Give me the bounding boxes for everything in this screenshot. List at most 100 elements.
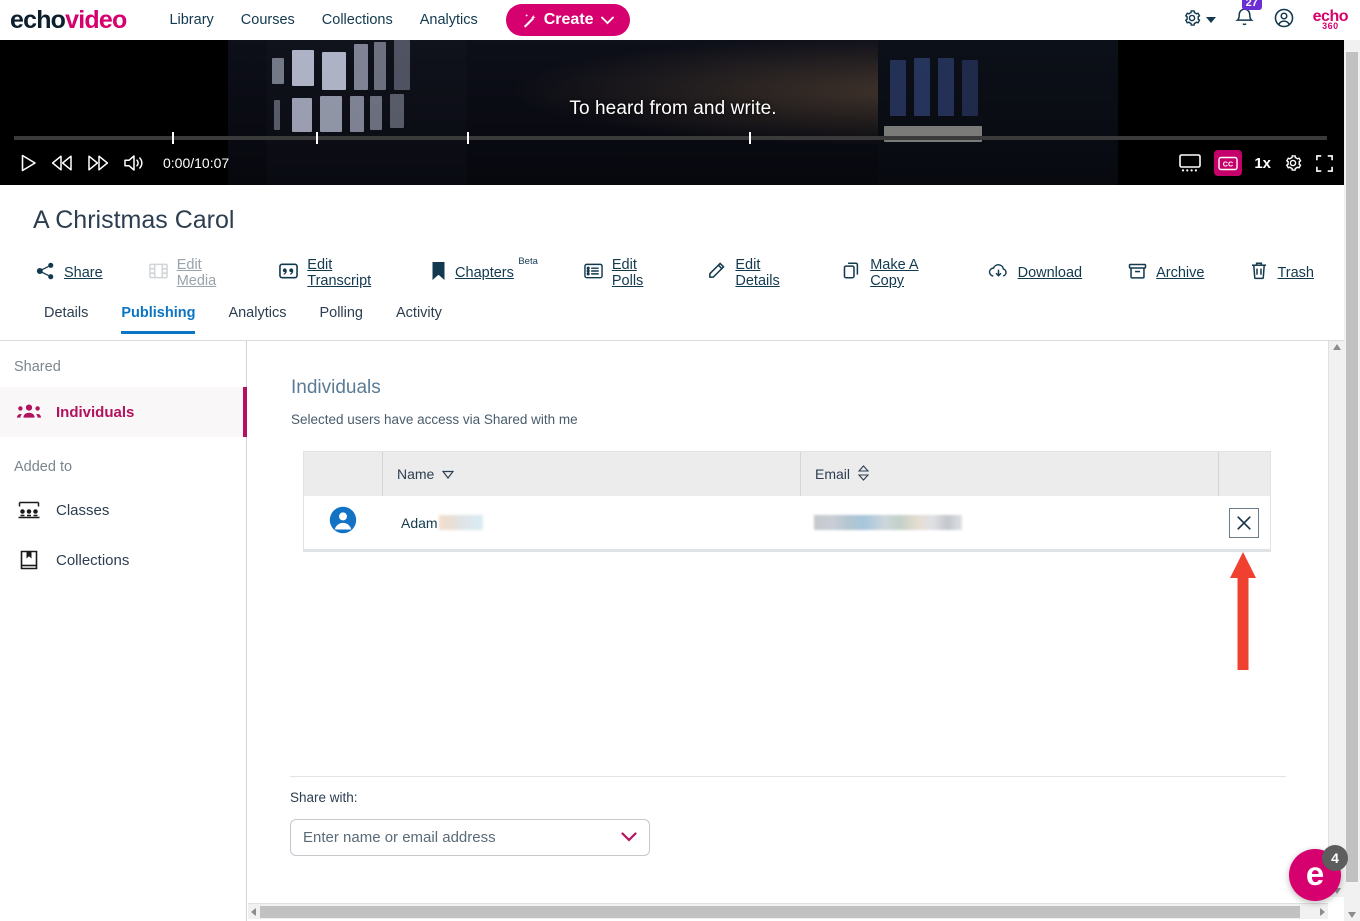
page-scroll-thumb[interactable] — [1346, 52, 1358, 882]
quote-icon — [279, 262, 299, 285]
account-button[interactable] — [1273, 7, 1295, 34]
page-root: echovideo Library Courses Collections An… — [0, 0, 1360, 921]
scroll-up-arrow-icon[interactable] — [1333, 344, 1341, 350]
notifications-button[interactable]: 27 — [1234, 0, 1262, 33]
user-avatar-icon — [329, 506, 357, 539]
column-header-name[interactable]: Name — [382, 452, 800, 496]
redacted-name-block — [438, 515, 483, 530]
video-controls-right: CC 1x — [1178, 150, 1360, 176]
action-trash[interactable]: Trash — [1250, 261, 1314, 285]
publishing-content-panel: Individuals Selected users have access v… — [248, 341, 1328, 897]
action-download[interactable]: Download — [988, 262, 1083, 285]
action-share[interactable]: Share — [36, 262, 103, 285]
chevron-down-icon[interactable] — [621, 829, 637, 846]
media-action-toolbar: Share Edit Media Edit Transcript Chapter… — [36, 256, 1360, 289]
tab-polling[interactable]: Polling — [319, 305, 363, 331]
action-edit-polls[interactable]: Edit Polls — [584, 257, 662, 289]
playback-speed-button[interactable]: 1x — [1254, 155, 1271, 172]
content-vertical-scrollbar[interactable] — [1328, 341, 1344, 897]
bell-icon — [1234, 8, 1255, 32]
page-scroll-down-arrow-icon[interactable] — [1348, 912, 1356, 918]
bookmark-icon — [431, 261, 446, 286]
action-edit-transcript[interactable]: Edit Transcript — [279, 257, 385, 289]
play-button[interactable] — [20, 154, 37, 172]
action-chapters[interactable]: Chapters Beta — [431, 256, 538, 286]
nav-item-library[interactable]: Library — [169, 12, 213, 28]
column-header-name-label: Name — [397, 466, 435, 482]
action-trash-label: Trash — [1277, 265, 1314, 281]
chevron-down-icon — [1205, 17, 1216, 23]
pencil-icon — [707, 261, 726, 285]
publishing-sidebar: Shared Individuals Added to Classes Coll… — [0, 341, 247, 921]
action-edit-media: Edit Media — [148, 257, 234, 289]
magic-wand-icon — [522, 13, 537, 28]
share-with-combobox[interactable]: Enter name or email address — [290, 819, 650, 856]
column-header-email[interactable]: Email — [800, 452, 1218, 496]
share-with-input[interactable]: Enter name or email address — [303, 829, 621, 846]
video-timeline-scrubber[interactable] — [14, 132, 1327, 144]
brand-video: video — [65, 5, 127, 34]
settings-menu-button[interactable] — [1182, 8, 1216, 33]
fast-forward-button[interactable] — [87, 155, 109, 171]
video-player[interactable]: To heard from and write. 0:00/10:07 CC 1… — [0, 40, 1360, 185]
share-section-divider — [290, 776, 1286, 777]
echo360-logo[interactable]: echo 360 — [1313, 8, 1349, 30]
action-download-label: Download — [1017, 265, 1083, 281]
sidebar-item-collections[interactable]: Collections — [0, 535, 246, 585]
chat-avatar-letter: e — [1305, 855, 1325, 892]
nav-item-collections[interactable]: Collections — [322, 12, 393, 28]
presentation-view-button[interactable] — [1178, 153, 1202, 173]
gear-icon — [1182, 8, 1202, 33]
main-nav-links: Library Courses Collections Analytics — [169, 12, 477, 28]
table-header-row: Name Email — [304, 452, 1270, 496]
page-vertical-scrollbar[interactable] — [1344, 40, 1360, 921]
tab-publishing[interactable]: Publishing — [121, 305, 196, 334]
share-with-label: Share with: — [290, 790, 358, 805]
create-button[interactable]: Create — [505, 4, 630, 36]
player-settings-button[interactable] — [1283, 153, 1303, 173]
echovideo-logo[interactable]: echovideo — [10, 5, 127, 35]
rewind-button[interactable] — [51, 155, 73, 171]
chevron-down-icon — [600, 16, 614, 25]
nav-item-analytics[interactable]: Analytics — [420, 12, 478, 28]
action-edit-polls-label: Edit Polls — [611, 257, 644, 289]
archive-box-icon — [1128, 262, 1147, 285]
action-edit-transcript-label: Edit Transcript — [307, 257, 372, 289]
closed-captions-button[interactable]: CC — [1214, 150, 1243, 176]
video-caption-text: To heard from and write. — [569, 98, 777, 119]
media-tabs: Details Publishing Analytics Polling Act… — [0, 305, 1360, 340]
action-make-a-copy[interactable]: Make A Copy — [842, 257, 941, 289]
sidebar-item-classes[interactable]: Classes — [0, 485, 246, 535]
action-archive[interactable]: Archive — [1128, 262, 1204, 285]
page-title: A Christmas Carol — [33, 206, 235, 234]
action-edit-details[interactable]: Edit Details — [707, 257, 796, 289]
chat-unread-badge: 4 — [1322, 845, 1348, 871]
annotation-arrow — [1229, 552, 1257, 670]
column-header-email-label: Email — [815, 466, 851, 482]
tab-analytics[interactable]: Analytics — [228, 305, 286, 331]
action-chapters-label: Chapters — [455, 265, 514, 281]
horizontal-scroll-thumb[interactable] — [260, 906, 1300, 918]
scroll-left-arrow-icon[interactable] — [251, 908, 256, 916]
sidebar-item-collections-label: Collections — [56, 551, 130, 569]
content-horizontal-scrollbar[interactable] — [248, 903, 1328, 919]
people-group-icon — [16, 403, 42, 421]
top-nav-right-cluster: 27 echo 360 — [1182, 0, 1360, 34]
sort-both-icon — [857, 464, 870, 484]
sidebar-item-individuals[interactable]: Individuals — [0, 387, 247, 437]
volume-button[interactable] — [123, 154, 145, 172]
sidebar-item-classes-label: Classes — [56, 501, 110, 519]
redacted-email-block — [814, 515, 962, 530]
table-bottom-rule — [303, 551, 1271, 552]
fullscreen-button[interactable] — [1315, 154, 1334, 173]
individuals-table: Name Email Adam — [303, 451, 1271, 551]
list-icon — [584, 262, 603, 285]
tab-details[interactable]: Details — [44, 305, 88, 331]
remove-individual-button[interactable] — [1229, 507, 1259, 538]
tab-activity[interactable]: Activity — [396, 305, 442, 331]
action-share-label: Share — [64, 265, 103, 281]
account-circle-icon — [1273, 8, 1295, 33]
nav-item-courses[interactable]: Courses — [241, 12, 295, 28]
scroll-right-arrow-icon[interactable] — [1320, 908, 1325, 916]
video-controls-bar: 0:00/10:07 CC 1x — [0, 141, 1360, 185]
